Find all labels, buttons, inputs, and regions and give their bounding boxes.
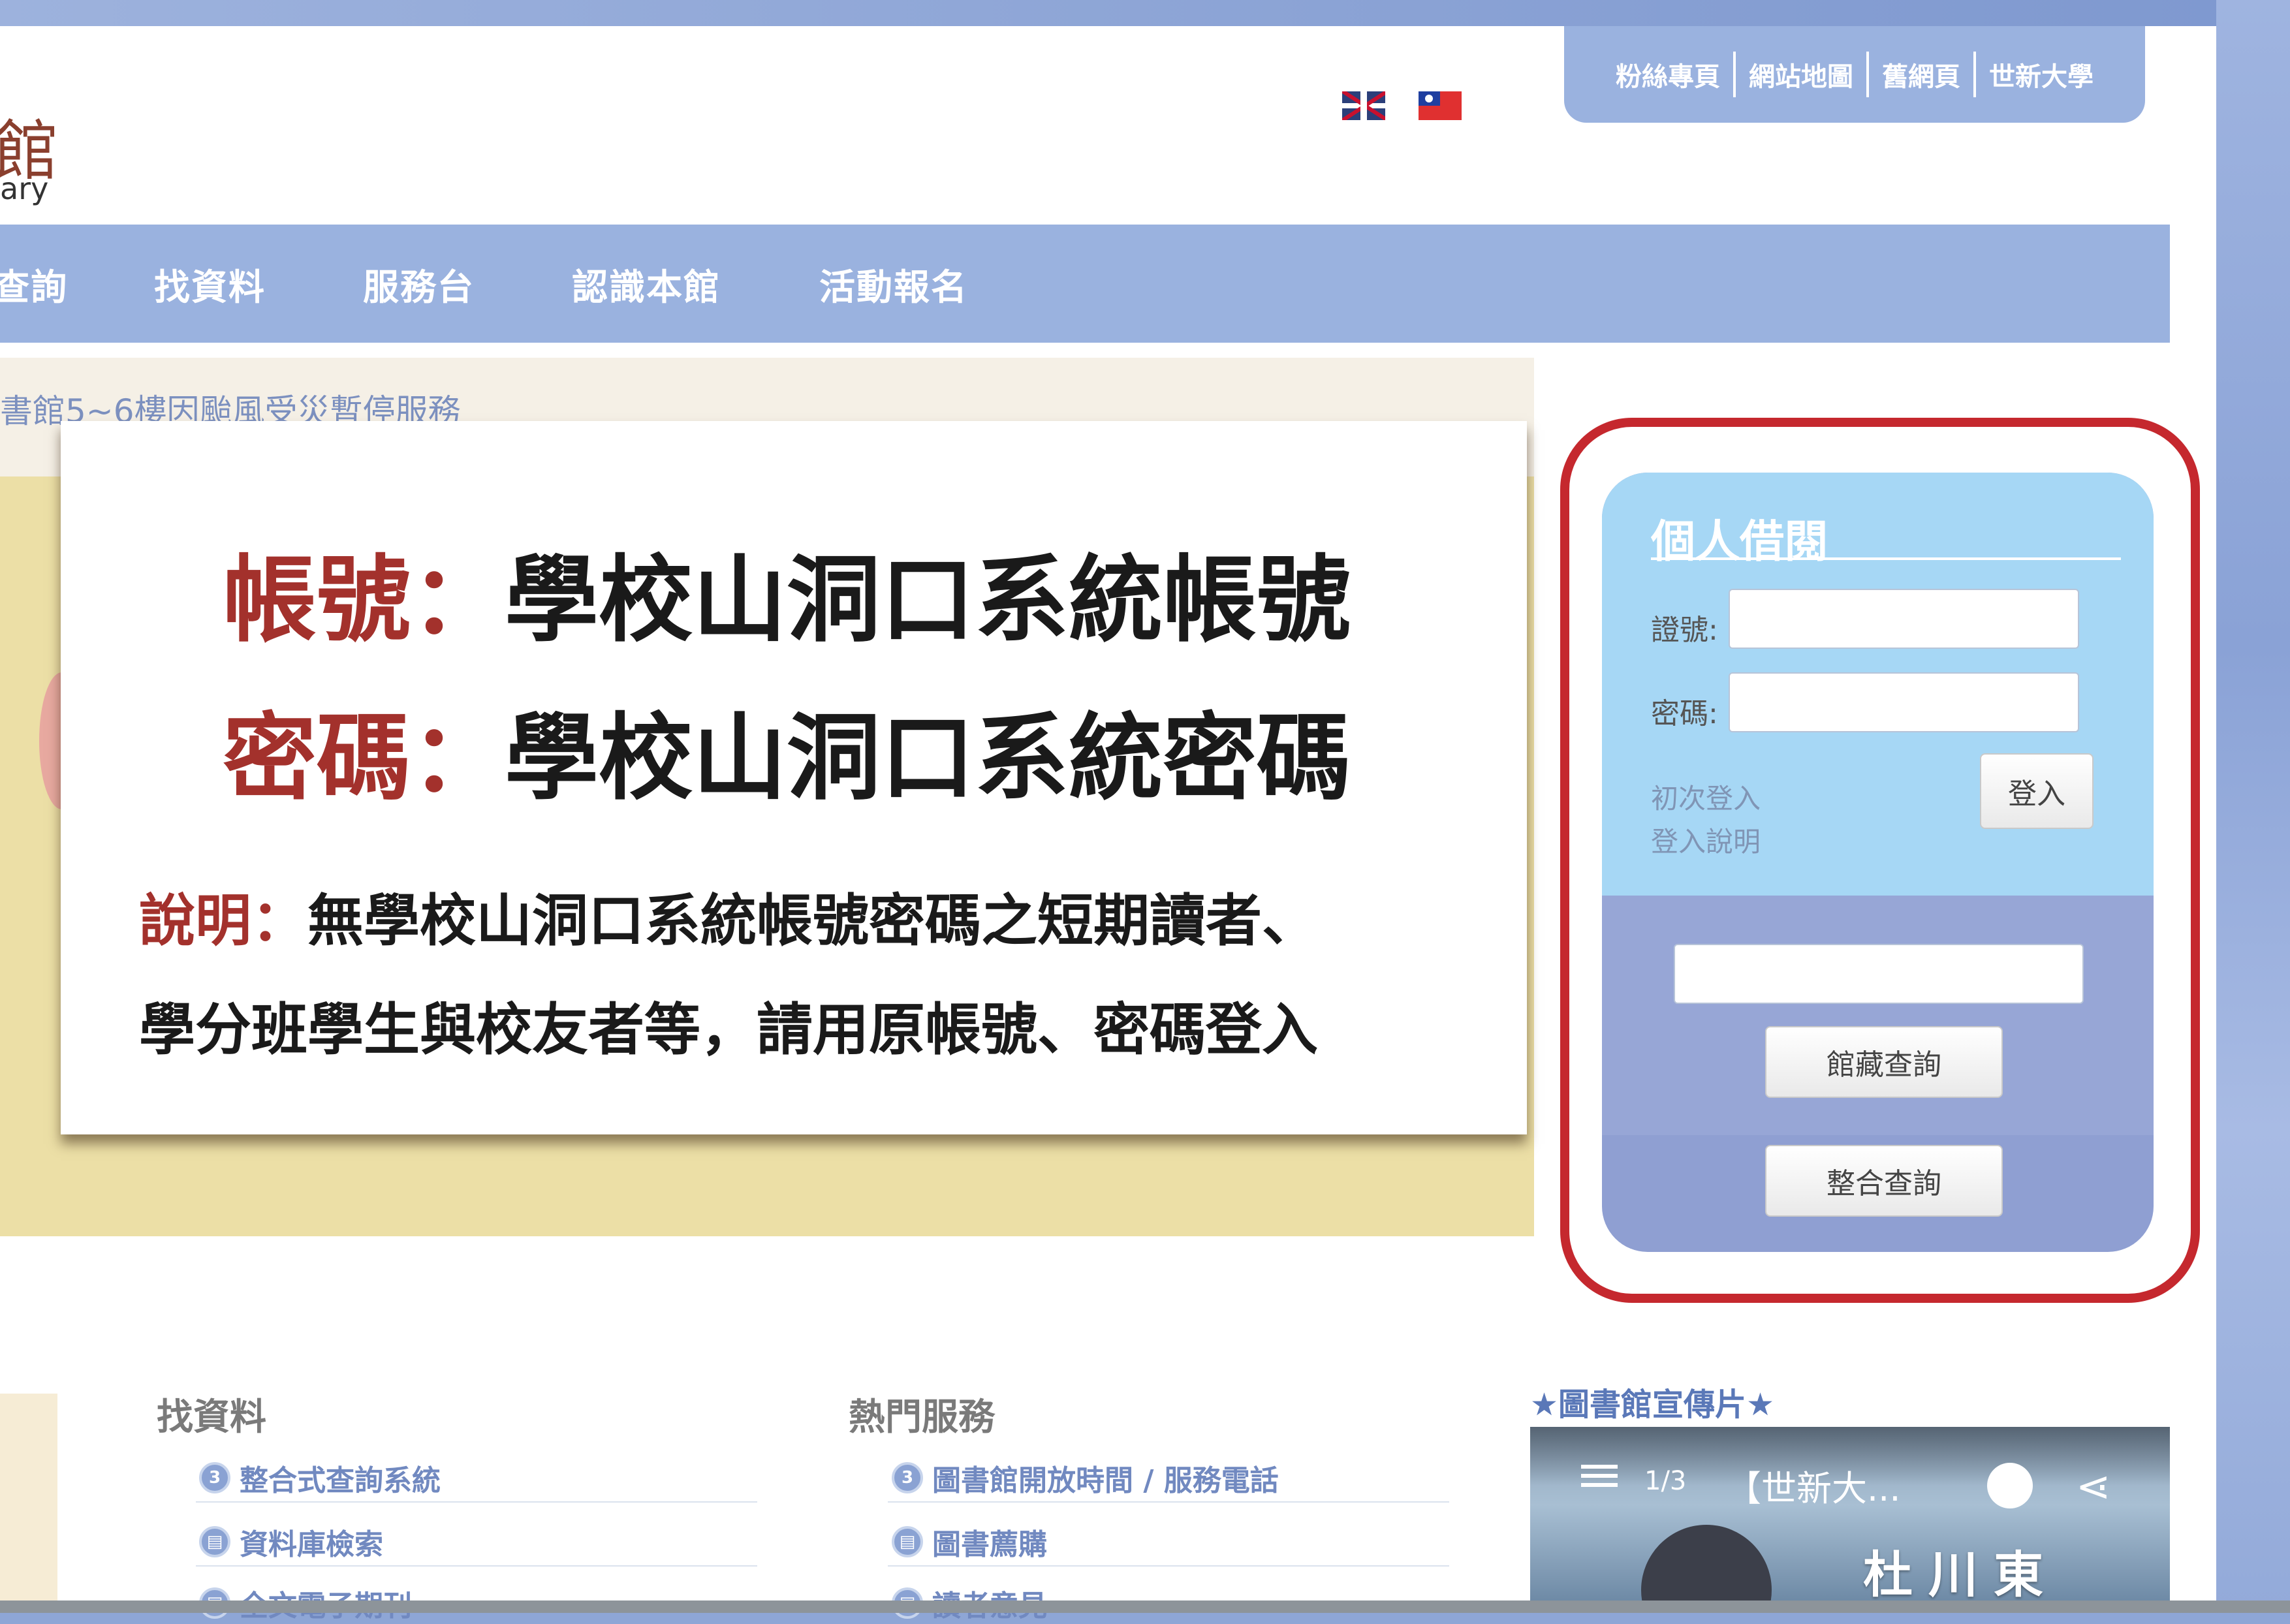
list-item[interactable]: ▤ 圖書薦購 [892,1521,1047,1563]
nav-event-signup[interactable]: 活動報名 [819,258,968,310]
colon: ： [251,888,307,954]
video-caption: 杜川東 [1863,1546,2059,1601]
sitemap-link[interactable]: 網站地圖 [1736,55,1866,93]
site-logo-subtitle: ary [0,171,49,206]
old-site-link[interactable]: 舊網頁 [1869,55,1973,93]
top-links-bar: 粉絲專頁 網站地圖 舊網頁 世新大學 [1564,26,2145,123]
note-text-2: 學分班學生與校友者等，請用原帳號、密碼登入 [139,997,1318,1063]
note-label: 說明 [139,888,251,954]
list-item[interactable]: ▤ 資料庫檢索 [199,1521,383,1563]
nav-find-resources[interactable]: 找資料 [154,258,266,310]
main-nav: 查詢 找資料 服務台 認識本館 活動報名 [0,225,2170,343]
list-item[interactable]: 3 整合式查詢系統 [199,1457,441,1499]
find-resources-heading: 找資料 [157,1396,266,1439]
list-bullet-icon: 3 [199,1462,230,1493]
promo-video-heading: ★圖書館宣傳片★ [1530,1386,1775,1423]
list-item-label: 資料庫檢索 [240,1528,383,1561]
hot-services-heading: 熱門服務 [849,1396,995,1439]
note-line-2: 學分班學生與校友者等，請用原帳號、密碼登入 [139,984,1318,1065]
english-flag-icon[interactable] [1342,91,1385,120]
desktop-background-bottom [0,1601,2290,1613]
login-instruction-callout: 帳號：學校山洞口系統帳號 密碼：學校山洞口系統密碼 說明：無學校山洞口系統帳號密… [61,421,1527,1134]
account-line: 帳號：學校山洞口系統帳號 [223,524,1351,660]
university-link[interactable]: 世新大學 [1976,55,2107,93]
divider [888,1501,1449,1503]
account-label: 帳號 [223,545,411,655]
note-text-1: 無學校山洞口系統帳號密碼之短期讀者、 [307,888,1318,954]
list-bullet-icon: 3 [892,1462,923,1493]
list-item-label: 圖書館開放時間 / 服務電話 [932,1464,1279,1497]
video-title[interactable]: 【世新大... [1726,1460,1901,1511]
list-item-label: 圖書薦購 [932,1528,1047,1561]
nav-search[interactable]: 查詢 [0,258,68,310]
desktop-background-top [0,0,2290,26]
divider [888,1565,1449,1567]
watch-later-icon[interactable] [1987,1463,2033,1508]
highlight-ring [1560,418,2200,1303]
playlist-icon[interactable] [1581,1465,1618,1491]
divider [196,1501,757,1503]
list-bullet-icon: ▤ [199,1526,230,1557]
list-item-label: 整合式查詢系統 [240,1464,441,1497]
fan-page-link[interactable]: 粉絲專頁 [1603,55,1733,93]
colon: ： [411,703,505,813]
note-line-1: 說明：無學校山洞口系統帳號密碼之短期讀者、 [139,875,1318,956]
colon: ： [411,545,505,655]
list-bullet-icon: ▤ [892,1526,923,1557]
video-thumbnail-person [1641,1525,1772,1601]
desktop-background-right [2216,0,2290,1613]
list-item[interactable]: 3 圖書館開放時間 / 服務電話 [892,1457,1279,1499]
share-icon[interactable]: ⋖ [2076,1463,2111,1511]
account-value: 學校山洞口系統帳號 [505,545,1351,655]
password-value: 學校山洞口系統密碼 [505,703,1351,813]
nav-about-library[interactable]: 認識本館 [572,258,721,310]
password-line: 密碼：學校山洞口系統密碼 [223,682,1351,818]
password-label: 密碼 [223,703,411,813]
bottom-left-block [0,1394,57,1602]
divider [196,1565,757,1567]
chinese-flag-icon[interactable] [1419,91,1462,120]
playlist-count: 1/3 [1644,1466,1687,1496]
nav-service-desk[interactable]: 服務台 [363,258,475,310]
promo-video-player[interactable]: 1/3 【世新大... ⋖ 杜川東 [1530,1427,2170,1601]
